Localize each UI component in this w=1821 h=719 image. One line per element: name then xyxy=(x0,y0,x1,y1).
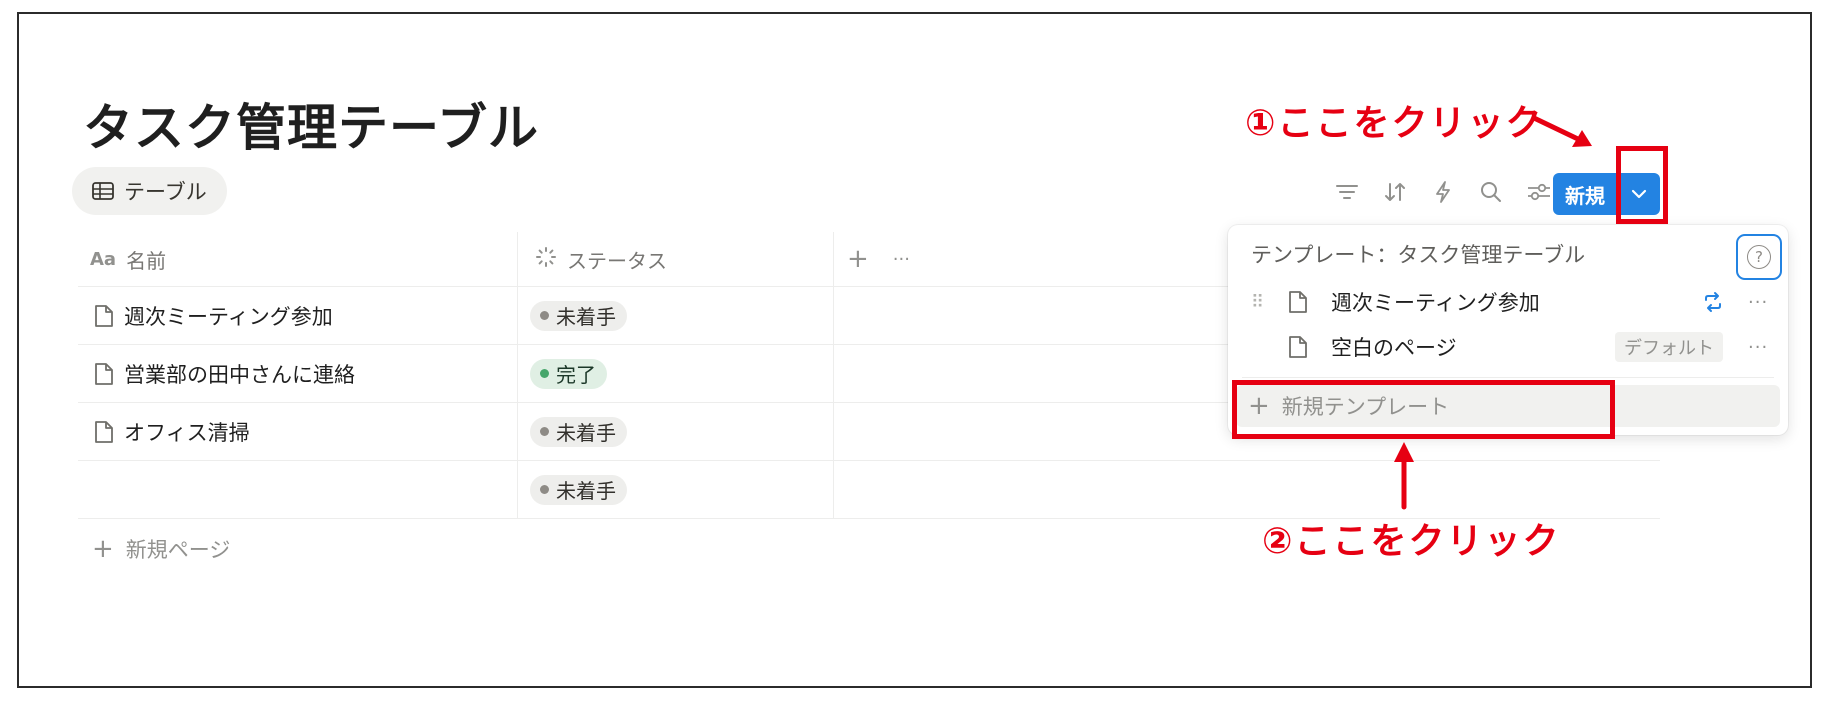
cell-name[interactable]: 営業部の田中さんに連絡 xyxy=(78,345,517,402)
more-options-button[interactable]: ··· xyxy=(893,249,910,270)
add-column-button[interactable]: + xyxy=(847,244,869,274)
database-toolbar xyxy=(1333,178,1553,206)
page-title: タスク管理テーブル xyxy=(83,99,539,157)
column-header-actions: + ··· xyxy=(833,232,910,286)
row-title: 営業部の田中さんに連絡 xyxy=(124,362,355,387)
page-icon xyxy=(1289,291,1307,313)
cell-status[interactable]: 未着手 xyxy=(517,461,833,518)
page-icon xyxy=(95,362,113,385)
cell-name[interactable] xyxy=(78,461,517,518)
annotation-step2: ②ここをクリック xyxy=(1262,521,1561,562)
dropdown-title: テンプレート：タスク管理テーブル xyxy=(1251,243,1586,267)
settings-icon[interactable] xyxy=(1525,178,1553,206)
column-header-label: ステータス xyxy=(567,248,667,273)
column-header-name[interactable]: Aa 名前 xyxy=(78,232,517,286)
repeat-icon[interactable] xyxy=(1702,291,1724,313)
status-label: 完了 xyxy=(556,363,596,387)
new-button[interactable]: 新規 xyxy=(1553,173,1618,215)
cell-name[interactable]: オフィス清掃 xyxy=(78,403,517,460)
highlight-dropdown-button xyxy=(1616,146,1668,224)
status-label: 未着手 xyxy=(556,305,616,329)
template-item[interactable]: ⠿ 週次ミーティング参加 ··· xyxy=(1228,282,1788,322)
help-icon: ? xyxy=(1747,245,1771,269)
annotation-arrow-1 xyxy=(1531,115,1592,147)
status-property-icon xyxy=(535,246,557,273)
row-title: オフィス清掃 xyxy=(124,420,250,445)
column-header-status[interactable]: ステータス xyxy=(517,232,833,286)
cell-empty xyxy=(833,461,1660,518)
annotation-step1: ①ここをクリック xyxy=(1245,103,1544,144)
page-icon xyxy=(1289,336,1307,358)
drag-handle-icon[interactable]: ⠿ xyxy=(1251,292,1264,313)
text-property-icon: Aa xyxy=(90,248,117,270)
cell-name[interactable]: 週次ミーティング参加 xyxy=(78,287,517,344)
sort-icon[interactable] xyxy=(1381,178,1409,206)
help-button[interactable]: ? xyxy=(1736,234,1782,280)
automation-icon[interactable] xyxy=(1429,178,1457,206)
annotation-arrow-2 xyxy=(1394,442,1414,510)
template-label: 空白のページ xyxy=(1331,336,1457,360)
view-tab-label: テーブル xyxy=(124,180,207,204)
column-header-label: 名前 xyxy=(126,248,167,273)
template-label: 週次ミーティング参加 xyxy=(1331,291,1540,315)
page-icon xyxy=(95,304,113,327)
table-row[interactable]: 未着手 xyxy=(78,461,1660,519)
status-label: 未着手 xyxy=(556,479,616,503)
cell-status[interactable]: 未着手 xyxy=(517,403,833,460)
template-more-button[interactable]: ··· xyxy=(1748,337,1768,358)
table-icon xyxy=(92,182,114,200)
cell-status[interactable]: 未着手 xyxy=(517,287,833,344)
highlight-new-template xyxy=(1232,380,1615,439)
tab-table-view[interactable]: テーブル xyxy=(72,167,227,215)
default-badge: デフォルト xyxy=(1615,332,1723,362)
divider xyxy=(1242,377,1774,378)
filter-icon[interactable] xyxy=(1333,178,1361,206)
template-item[interactable]: 空白のページ デフォルト ··· xyxy=(1228,327,1788,367)
plus-icon: + xyxy=(92,534,114,564)
row-title: 週次ミーティング参加 xyxy=(124,304,333,329)
status-badge: 未着手 xyxy=(530,300,627,331)
status-badge: 未着手 xyxy=(530,474,627,505)
search-icon[interactable] xyxy=(1477,178,1505,206)
cell-status[interactable]: 完了 xyxy=(517,345,833,402)
page-icon xyxy=(95,420,113,443)
template-more-button[interactable]: ··· xyxy=(1748,292,1768,313)
add-page-button[interactable]: + 新規ページ xyxy=(92,534,230,564)
status-label: 未着手 xyxy=(556,421,616,445)
status-badge: 未着手 xyxy=(530,416,627,447)
add-page-label: 新規ページ xyxy=(125,538,231,562)
status-badge: 完了 xyxy=(530,358,607,389)
